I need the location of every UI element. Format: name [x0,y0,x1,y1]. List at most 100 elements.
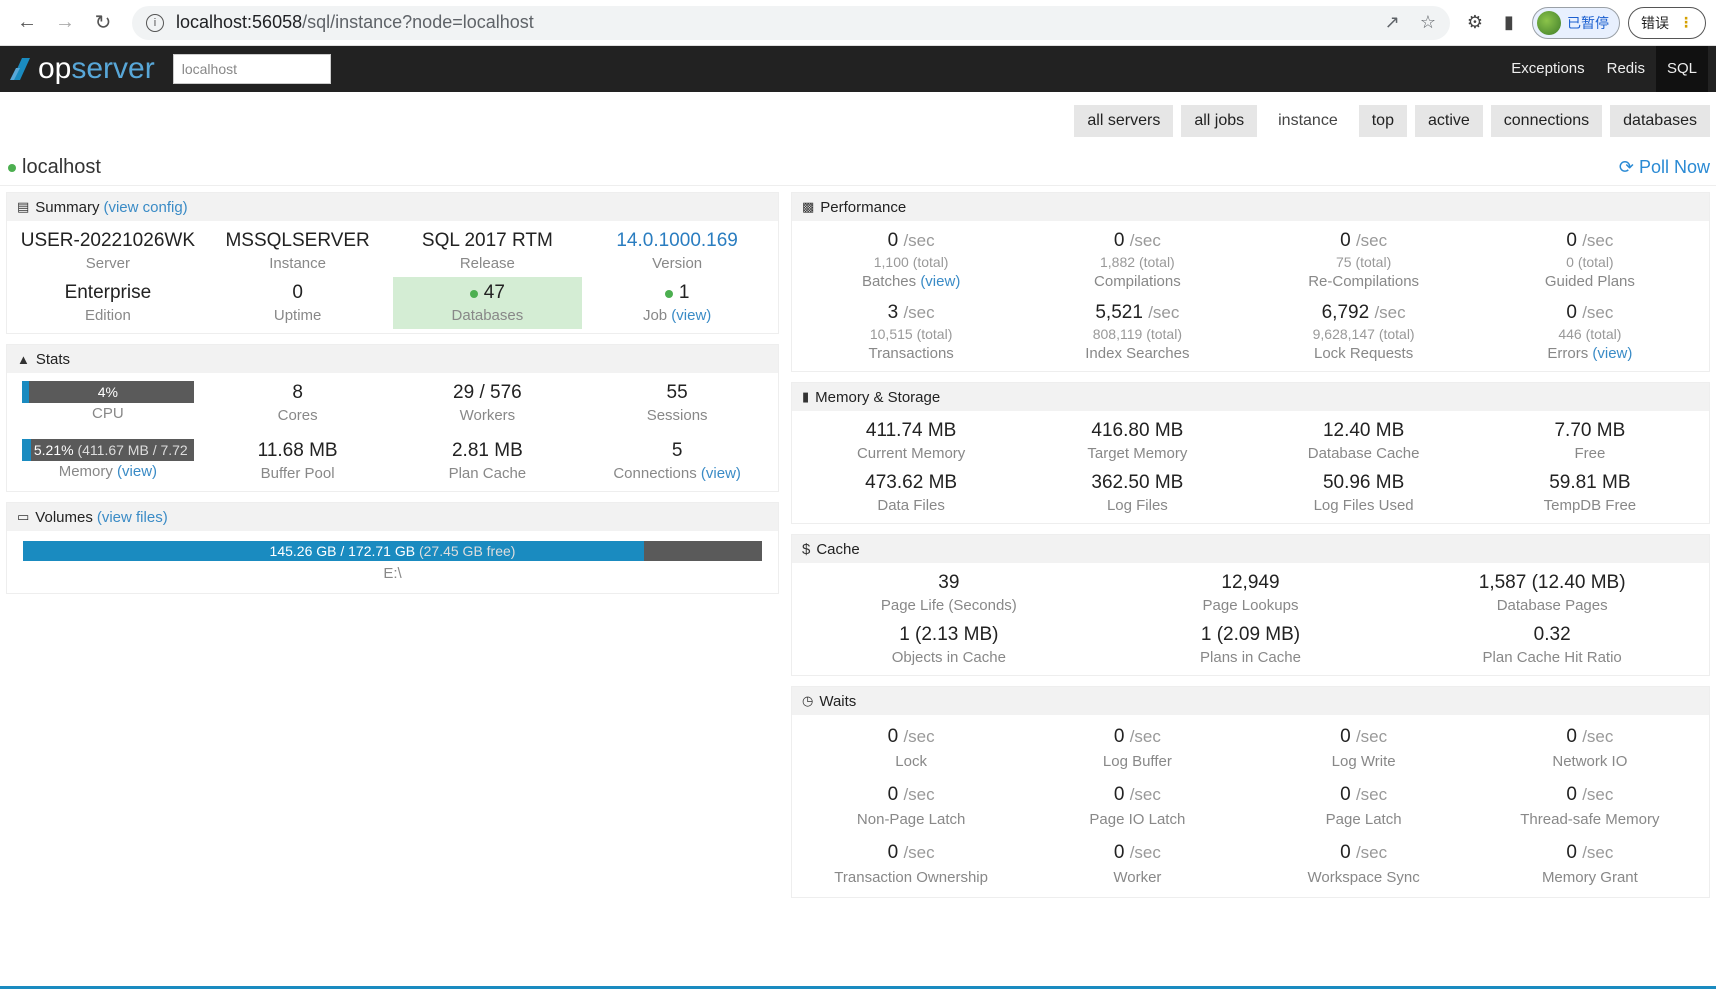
volumes-panel: ▭ Volumes (view files) 145.26 GB / 172.7… [6,502,779,594]
poll-now-button[interactable]: ⟳ Poll Now [1619,157,1710,178]
nav-exceptions[interactable]: Exceptions [1500,46,1595,92]
plan-cache-label: Plan Cache [448,465,527,482]
wait-cell-page-latch: 0 /sec Page Latch [1251,777,1477,835]
memory-storage-header: ▮ Memory & Storage [792,383,1709,411]
job-view-link[interactable]: (view) [671,307,711,324]
perf-cell-errors: 0 /sec 446 (total) Errors (view) [1477,295,1703,367]
perf-cell-transactions: 3 /sec 10,515 (total) Transactions [798,295,1024,367]
wait-cell-transaction-ownership: 0 /sec Transaction Ownership [798,835,1024,893]
logo-mark-icon [10,58,30,80]
wait-unit: /sec [1355,785,1388,804]
perf-total-unit: (total) [912,254,949,270]
volumes-title: Volumes [35,508,93,526]
perf-rate: 0 [887,230,899,251]
wait-unit: /sec [903,727,935,746]
cache-cell-page-lookups: 12,949 Page Lookups [1100,567,1402,619]
logo-text-suffix: server [71,52,155,85]
tab-connections[interactable]: connections [1490,105,1603,137]
perf-label: Batches [861,273,917,290]
server-value: USER-20221026WK [20,230,195,251]
wait-cell-lock: 0 /sec Lock [798,719,1024,777]
memory-cell-log-files-used: 50.96 MB Log Files Used [1251,467,1477,519]
clock-icon: ◷ [802,693,814,708]
uptime-label: Uptime [273,307,322,324]
memory-cell-log-files: 362.50 MB Log Files [1024,467,1250,519]
tab-databases[interactable]: databases [1610,105,1710,137]
profile-button[interactable]: 已暂停 [1532,6,1620,39]
wait-cell-page-io-latch: 0 /sec Page IO Latch [1024,777,1250,835]
error-button[interactable]: 错误 ⋮ [1628,6,1706,39]
perf-rate-unit: /sec [1582,303,1614,322]
tab-all-jobs[interactable]: all jobs [1181,105,1258,137]
memory-value: 416.80 MB [1091,420,1184,441]
forward-icon[interactable]: → [48,6,82,40]
memory-view-link[interactable]: (view) [117,463,157,480]
perf-total: 10,515 [869,326,913,342]
job-label: Job [642,307,668,324]
browser-toolbar: ← → ↻ i localhost:56058/sql/instance?nod… [0,0,1716,46]
volume-bar: 145.26 GB / 172.71 GB (27.45 GB free) [23,541,762,561]
waits-header: ◷ Waits [792,687,1709,715]
perf-total: 446 [1558,326,1582,342]
volume-bar-text: 145.26 GB / 172.71 GB [269,543,416,559]
performance-panel: ▩ Performance 0 /sec 1,100 (total) Batches… [791,192,1710,372]
databases-cell[interactable]: 47 Databases [392,277,583,329]
perf-total-unit: (total) [1355,254,1392,270]
bookmark-star-icon[interactable]: ☆ [1420,12,1436,33]
perf-cell-lock-requests: 6,792 /sec 9,628,147 (total) Lock Requests [1251,295,1477,367]
wait-unit: /sec [1129,785,1161,804]
edition-value: Enterprise [64,282,152,303]
cache-cell-objects-in-cache: 1 (2.13 MB) Objects in Cache [798,619,1100,671]
more-menu-icon[interactable]: ⋮ [1679,14,1693,31]
cores-label: Cores [277,407,318,424]
memory-label: Current Memory [856,445,966,462]
cache-value: 12,949 [1221,572,1280,593]
wait-unit: /sec [903,785,935,804]
site-info-icon[interactable]: i [146,13,164,32]
cache-cell-page-life-seconds: 39 Page Life (Seconds) [798,567,1100,619]
reload-icon[interactable]: ↻ [86,6,120,40]
perf-view-link[interactable]: (view) [1592,345,1632,362]
perf-view-link[interactable]: (view) [920,273,960,290]
dollar-icon: $ [802,540,811,558]
cache-label: Database Pages [1496,597,1608,614]
view-files-link[interactable]: (view files) [97,509,168,526]
perf-rate-unit: /sec [1129,231,1161,250]
address-bar[interactable]: i localhost:56058/sql/instance?node=loca… [132,5,1450,40]
buffer-pool-value: 11.68 MB [257,440,338,461]
drive-label: E:\ [383,565,402,582]
perf-total: 1,882 [1100,254,1136,270]
perf-total-unit: (total) [1146,326,1182,342]
share-icon[interactable]: ↗ [1385,12,1400,33]
perf-rate: 5,521 [1095,302,1143,323]
version-link[interactable]: 14.0.1000.169 [582,229,772,253]
tab-instance[interactable]: instance [1265,105,1351,137]
memory-cell-database-cache: 12.40 MB Database Cache [1251,415,1477,467]
wait-label: Transaction Ownership [834,869,988,886]
connections-view-link[interactable]: (view) [701,465,741,482]
extensions-icon[interactable]: ⚙ [1458,6,1492,40]
perf-rate: 6,792 [1321,302,1370,323]
memory-value: 411.74 MB [865,420,957,441]
tab-active[interactable]: active [1414,105,1483,137]
nav-redis[interactable]: Redis [1596,46,1656,92]
tab-all-servers[interactable]: all servers [1074,105,1174,137]
opserver-logo[interactable]: op server [8,52,155,86]
back-icon[interactable]: ← [10,6,44,40]
error-label: 错误 [1641,14,1669,31]
view-config-link[interactable]: (view config) [103,199,187,216]
databases-value: 47 [483,282,505,303]
release-label: Release [459,255,515,272]
perf-cell-re-compilations: 0 /sec 75 (total) Re-Compilations [1251,225,1477,295]
perf-rate-unit: /sec [903,303,935,322]
tab-top[interactable]: top [1358,105,1407,137]
perf-total: 808,119 [1092,326,1143,342]
summary-title: Summary [35,198,100,216]
server-label: Server [85,255,130,272]
nav-sql[interactable]: SQL [1655,46,1708,92]
side-panel-icon[interactable]: ▮ [1492,6,1526,40]
node-search-input[interactable]: localhost [172,54,331,84]
wait-value: 0 [887,726,899,747]
cache-panel: $ Cache 39 Page Life (Seconds) 12,949 Page … [791,534,1710,676]
cpu-bar-text: 4% [97,384,118,400]
